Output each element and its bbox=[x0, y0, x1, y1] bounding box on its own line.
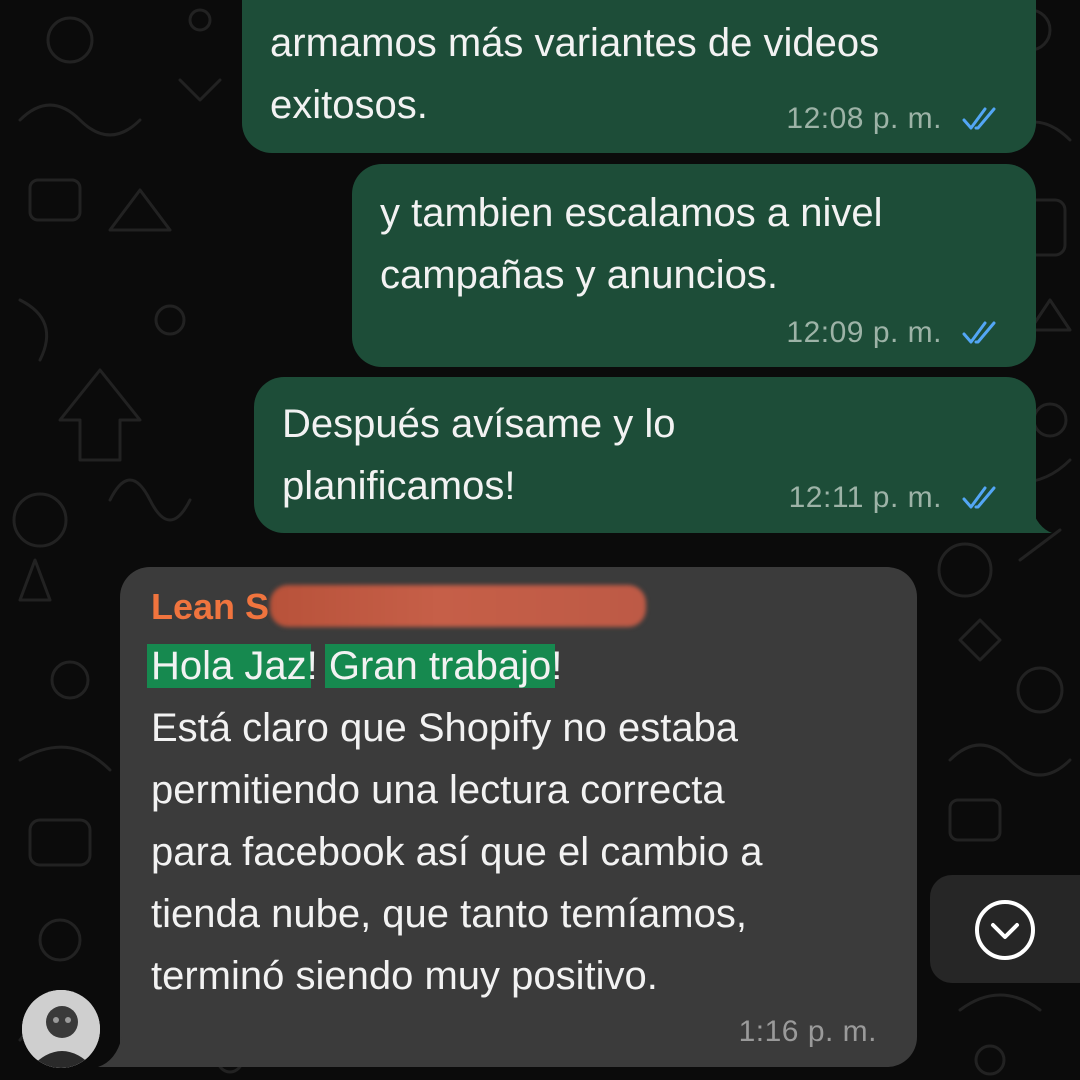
message-text: para facebook así que el cambio a bbox=[151, 830, 763, 874]
message-bubble-incoming[interactable]: Lean S Hola Jaz! Gran trabajo! Está clar… bbox=[120, 567, 917, 1067]
message-text: permitiendo una lectura correcta bbox=[151, 768, 725, 812]
message-bubble-outgoing[interactable]: armamos más variantes de videos exitosos… bbox=[242, 0, 1036, 153]
message-text: Después avísame y lo bbox=[282, 402, 676, 446]
message-text: y tambien escalamos a nivel bbox=[380, 191, 883, 235]
message-meta: 12:09 p. m. bbox=[786, 316, 1004, 350]
double-check-read-icon bbox=[962, 321, 996, 344]
message-meta: 12:08 p. m. bbox=[786, 102, 1004, 136]
message-meta: 12:11 p. m. bbox=[789, 481, 1004, 515]
message-time: 12:08 p. m. bbox=[786, 102, 942, 135]
punctuation: ! bbox=[306, 644, 318, 688]
message-text: planificamos! bbox=[282, 464, 516, 508]
scroll-to-bottom-button[interactable] bbox=[930, 875, 1080, 983]
sender-name: Lean S bbox=[151, 586, 270, 627]
punctuation: ! bbox=[551, 644, 563, 688]
redacted-name-blur bbox=[270, 585, 646, 627]
bubble-tail bbox=[98, 1037, 122, 1067]
message-text: terminó siendo muy positivo. bbox=[151, 954, 658, 998]
chevron-down-circle-icon bbox=[975, 900, 1035, 960]
highlighted-text: Hola Jaz bbox=[147, 644, 311, 688]
double-check-read-icon bbox=[962, 107, 996, 130]
avatar[interactable] bbox=[22, 990, 100, 1068]
message-text: armamos más variantes de videos bbox=[270, 21, 880, 65]
message-text: Está claro que Shopify no estaba bbox=[151, 706, 739, 750]
message-time: 1:16 p. m. bbox=[738, 1015, 877, 1048]
message-text: campañas y anuncios. bbox=[380, 253, 779, 297]
message-time: 12:11 p. m. bbox=[788, 481, 942, 514]
message-time: 12:09 p. m. bbox=[786, 316, 942, 349]
message-bubble-outgoing[interactable]: Después avísame y lo planificamos! 12:11… bbox=[254, 377, 1036, 533]
bubble-tail bbox=[1030, 503, 1052, 533]
message-text: tienda nube, que tanto temíamos, bbox=[151, 892, 747, 936]
highlighted-text: Gran trabajo bbox=[324, 644, 556, 688]
message-text: exitosos. bbox=[270, 83, 428, 127]
avatar-image bbox=[22, 990, 100, 1068]
message-first-line: Hola Jaz! Gran trabajo! bbox=[147, 635, 563, 697]
double-check-read-icon bbox=[962, 486, 996, 509]
message-bubble-outgoing[interactable]: y tambien escalamos a nivel campañas y a… bbox=[352, 164, 1036, 367]
message-meta: 1:16 p. m. bbox=[739, 1015, 885, 1049]
